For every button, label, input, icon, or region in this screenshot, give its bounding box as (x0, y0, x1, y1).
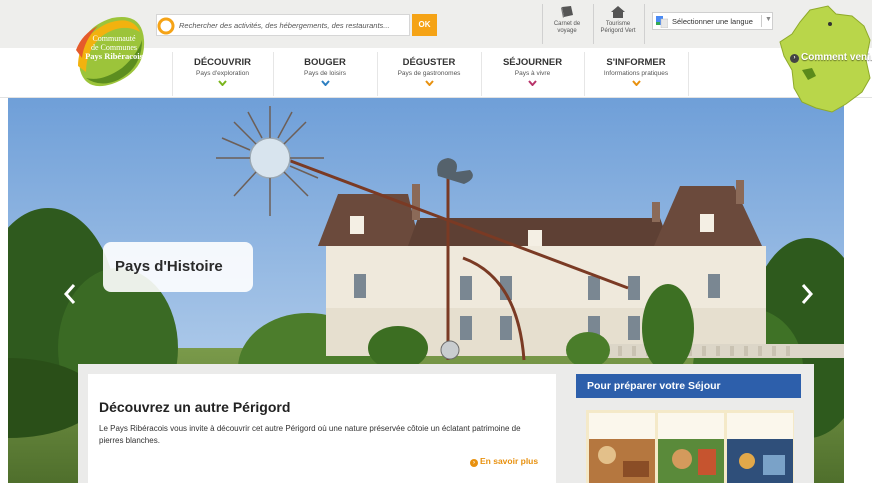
brochure-photo (589, 439, 655, 483)
comment-venir-link[interactable]: › Comment venir (790, 52, 872, 63)
nav-title: DÉGUSTER (402, 57, 456, 68)
tourisme-perigord-vert-link[interactable]: Tourisme Périgord Vert (592, 5, 644, 35)
article-title: Découvrez un autre Périgord (99, 399, 291, 415)
arrow-right-icon: › (790, 54, 799, 63)
comment-venir-label: Comment venir (801, 52, 872, 63)
carnet-line-1: Carnet de (553, 21, 581, 27)
nav-subtitle: Informations pratiques (603, 70, 669, 77)
tourisme-line-1: Tourisme (605, 21, 631, 27)
search-input[interactable] (179, 17, 405, 34)
tourisme-line-2: Périgord Vert (600, 28, 636, 34)
site-logo[interactable]: Communauté de Communes Pays Ribéracois (72, 10, 150, 90)
language-select[interactable]: Sélectionner une langue ▼ (652, 12, 773, 30)
chevron-down-icon: ▼ (765, 16, 772, 23)
brochure-thumb[interactable] (727, 413, 793, 483)
google-translate-icon (656, 16, 668, 28)
chevron-down-icon (320, 80, 330, 86)
nav-divider (688, 52, 689, 96)
nav-item-decouvrir[interactable]: DÉCOUVRIR Pays d'exploration (172, 50, 273, 97)
nav-item-sinformer[interactable]: S'INFORMER Informations pratiques (584, 50, 688, 97)
en-savoir-plus-link[interactable]: › En savoir plus (470, 456, 538, 467)
chevron-down-icon (631, 80, 641, 86)
arrow-right-icon: › (470, 459, 478, 467)
sidebar-heading: Pour préparer votre Séjour (576, 374, 801, 398)
nav-title: BOUGER (304, 57, 346, 68)
nav-item-sejourner[interactable]: SÉJOURNER Pays à vivre (481, 50, 584, 97)
nav-subtitle: Pays de gastronomes (397, 70, 461, 77)
brochure-thumb[interactable] (589, 413, 655, 483)
carnet-line-2: voyage (557, 28, 577, 34)
book-icon (561, 6, 573, 18)
search-ok-button[interactable]: OK (412, 14, 437, 36)
chevron-left-icon[interactable] (63, 282, 77, 306)
en-savoir-plus-label: En savoir plus (480, 456, 539, 466)
house-icon (611, 6, 625, 18)
search-box (156, 14, 410, 36)
language-divider (761, 15, 762, 27)
chevron-down-icon (218, 80, 227, 86)
logo-text: Communauté de Communes Pays Ribéracois (82, 34, 146, 61)
chevron-down-icon (528, 80, 537, 86)
nav-item-bouger[interactable]: BOUGER Pays de loisirs (273, 50, 377, 97)
search-icon (157, 17, 175, 35)
nav-subtitle: Pays de loisirs (304, 70, 346, 77)
brochure-photo (727, 439, 793, 483)
nav-subtitle: Pays d'exploration (196, 70, 249, 77)
article-body: Le Pays Ribéracois vous invite à découvr… (99, 424, 521, 445)
logo-line-1: Communauté (92, 34, 136, 43)
logo-line-3: Pays Ribéracois (85, 51, 143, 61)
hero-caption: Pays d'Histoire (103, 242, 253, 292)
language-label: Sélectionner une langue (672, 17, 753, 26)
nav-subtitle: Pays à vivre (514, 70, 551, 77)
brochure-thumb[interactable] (658, 413, 724, 483)
nav-title: S'INFORMER (606, 57, 666, 68)
chevron-right-icon[interactable] (800, 282, 814, 306)
brochures-image[interactable] (586, 410, 794, 483)
intro-article: Découvrez un autre Périgord Le Pays Ribé… (88, 374, 556, 483)
nav-item-deguster[interactable]: DÉGUSTER Pays de gastronomes (377, 50, 481, 97)
nav-title: SÉJOURNER (502, 57, 563, 68)
nav-title: DÉCOUVRIR (193, 57, 251, 68)
top-divider (644, 4, 645, 44)
carnet-de-voyage-link[interactable]: Carnet de voyage (541, 5, 593, 35)
chevron-down-icon (424, 80, 434, 86)
brochure-photo (658, 439, 724, 483)
